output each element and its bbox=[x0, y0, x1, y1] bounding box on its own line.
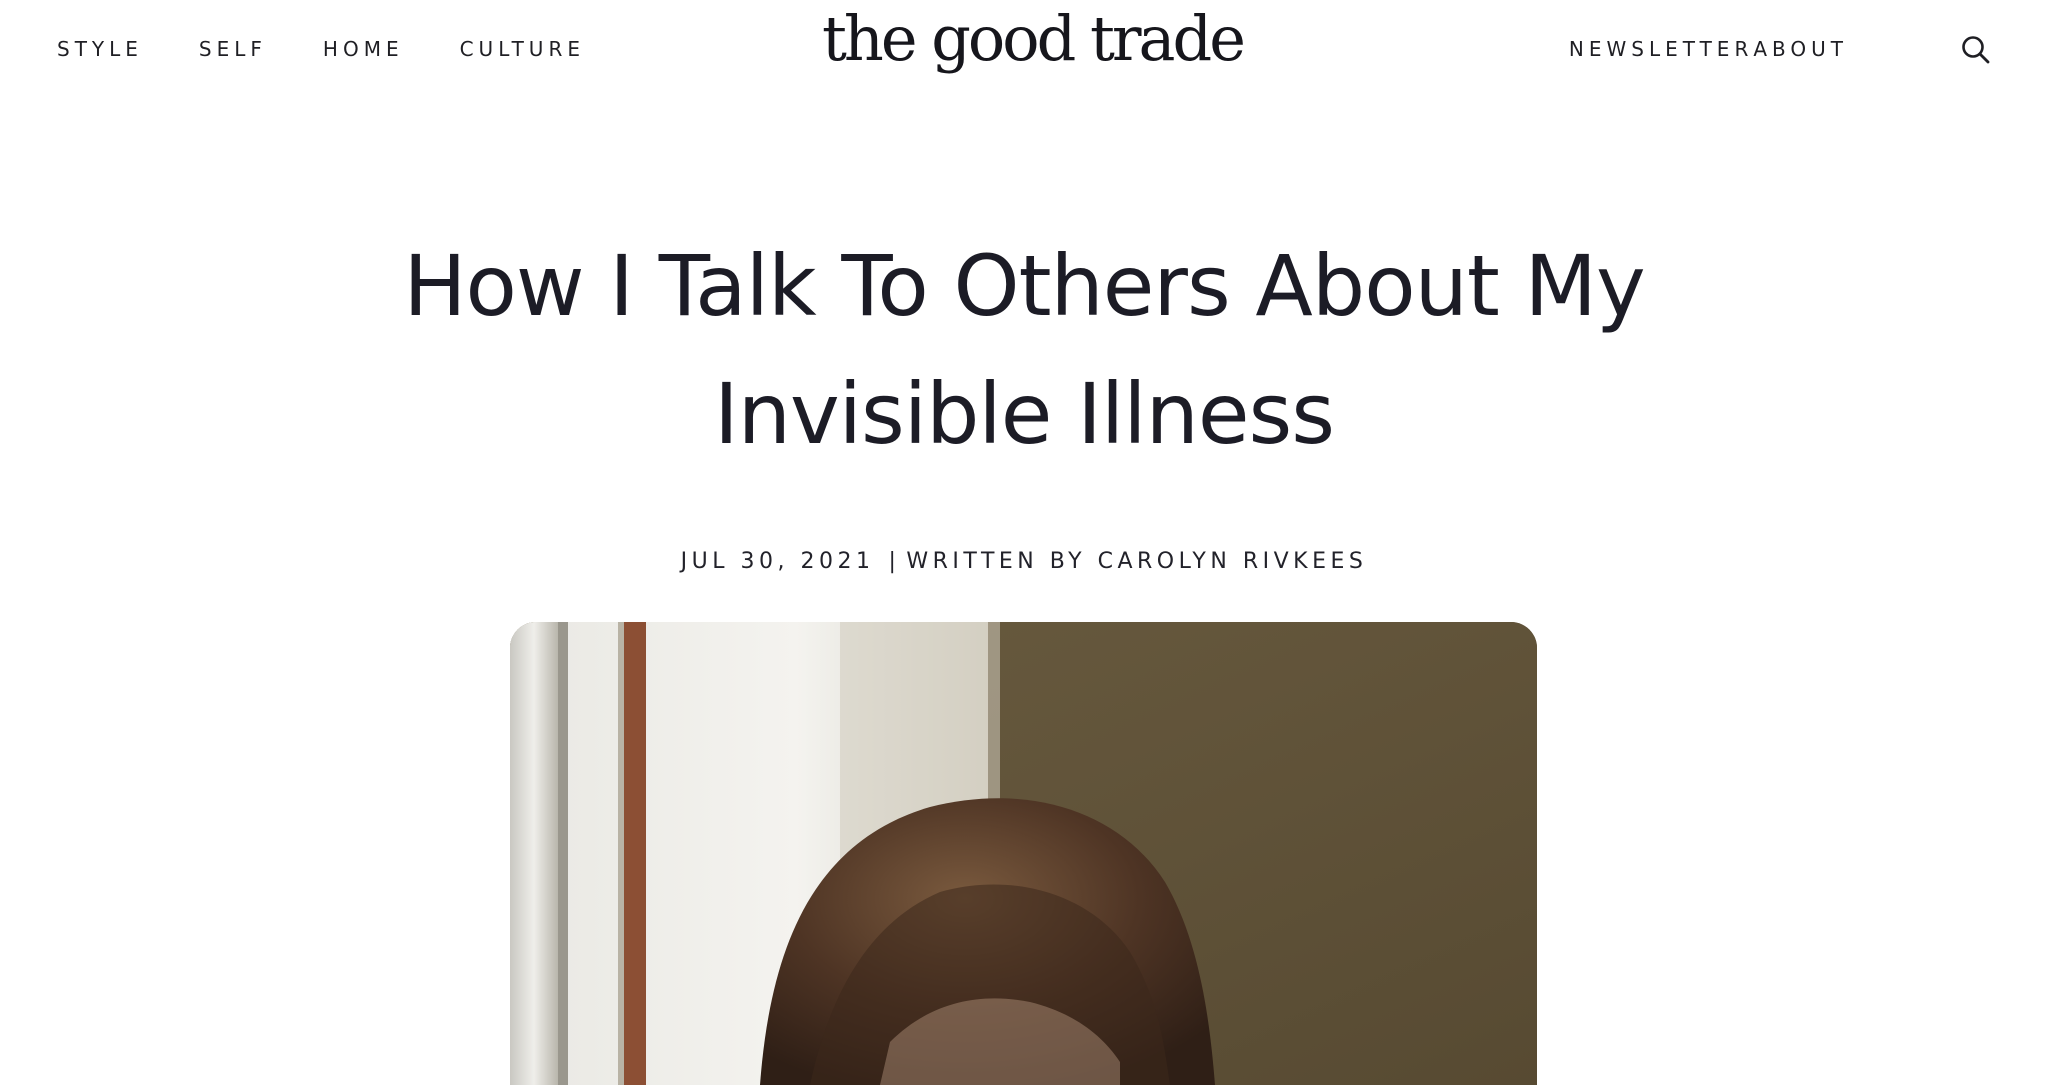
article-date: JUL 30, 2021 bbox=[680, 549, 875, 574]
nav-link-newsletter[interactable]: NEWSLETTER bbox=[1569, 37, 1753, 61]
nav-link-style[interactable]: STYLE bbox=[57, 37, 143, 61]
hero-image bbox=[510, 622, 1537, 1085]
nav-link-culture[interactable]: CULTURE bbox=[460, 37, 585, 61]
search-icon bbox=[1962, 36, 1990, 64]
search-button[interactable] bbox=[1958, 32, 1994, 68]
site-header: STYLE SELF HOME CULTURE the good trade N… bbox=[0, 0, 2048, 100]
secondary-nav: NEWSLETTER ABOUT bbox=[1569, 34, 1848, 64]
article-title: How I Talk To Others About My Invisible … bbox=[403, 237, 1645, 463]
nav-link-about[interactable]: ABOUT bbox=[1753, 37, 1848, 61]
nav-link-self[interactable]: SELF bbox=[199, 37, 267, 61]
woman-with-brown-hair-photo bbox=[510, 622, 1537, 1085]
article-byline[interactable]: WRITTEN BY CAROLYN RIVKEES bbox=[906, 549, 1367, 574]
article-meta: JUL 30, 2021 | WRITTEN BY CAROLYN RIVKEES bbox=[324, 547, 1724, 577]
meta-separator: | bbox=[888, 549, 901, 574]
site-logo[interactable]: the good trade bbox=[822, 0, 1246, 90]
primary-nav: STYLE SELF HOME CULTURE bbox=[57, 34, 641, 64]
nav-link-home[interactable]: HOME bbox=[323, 37, 404, 61]
